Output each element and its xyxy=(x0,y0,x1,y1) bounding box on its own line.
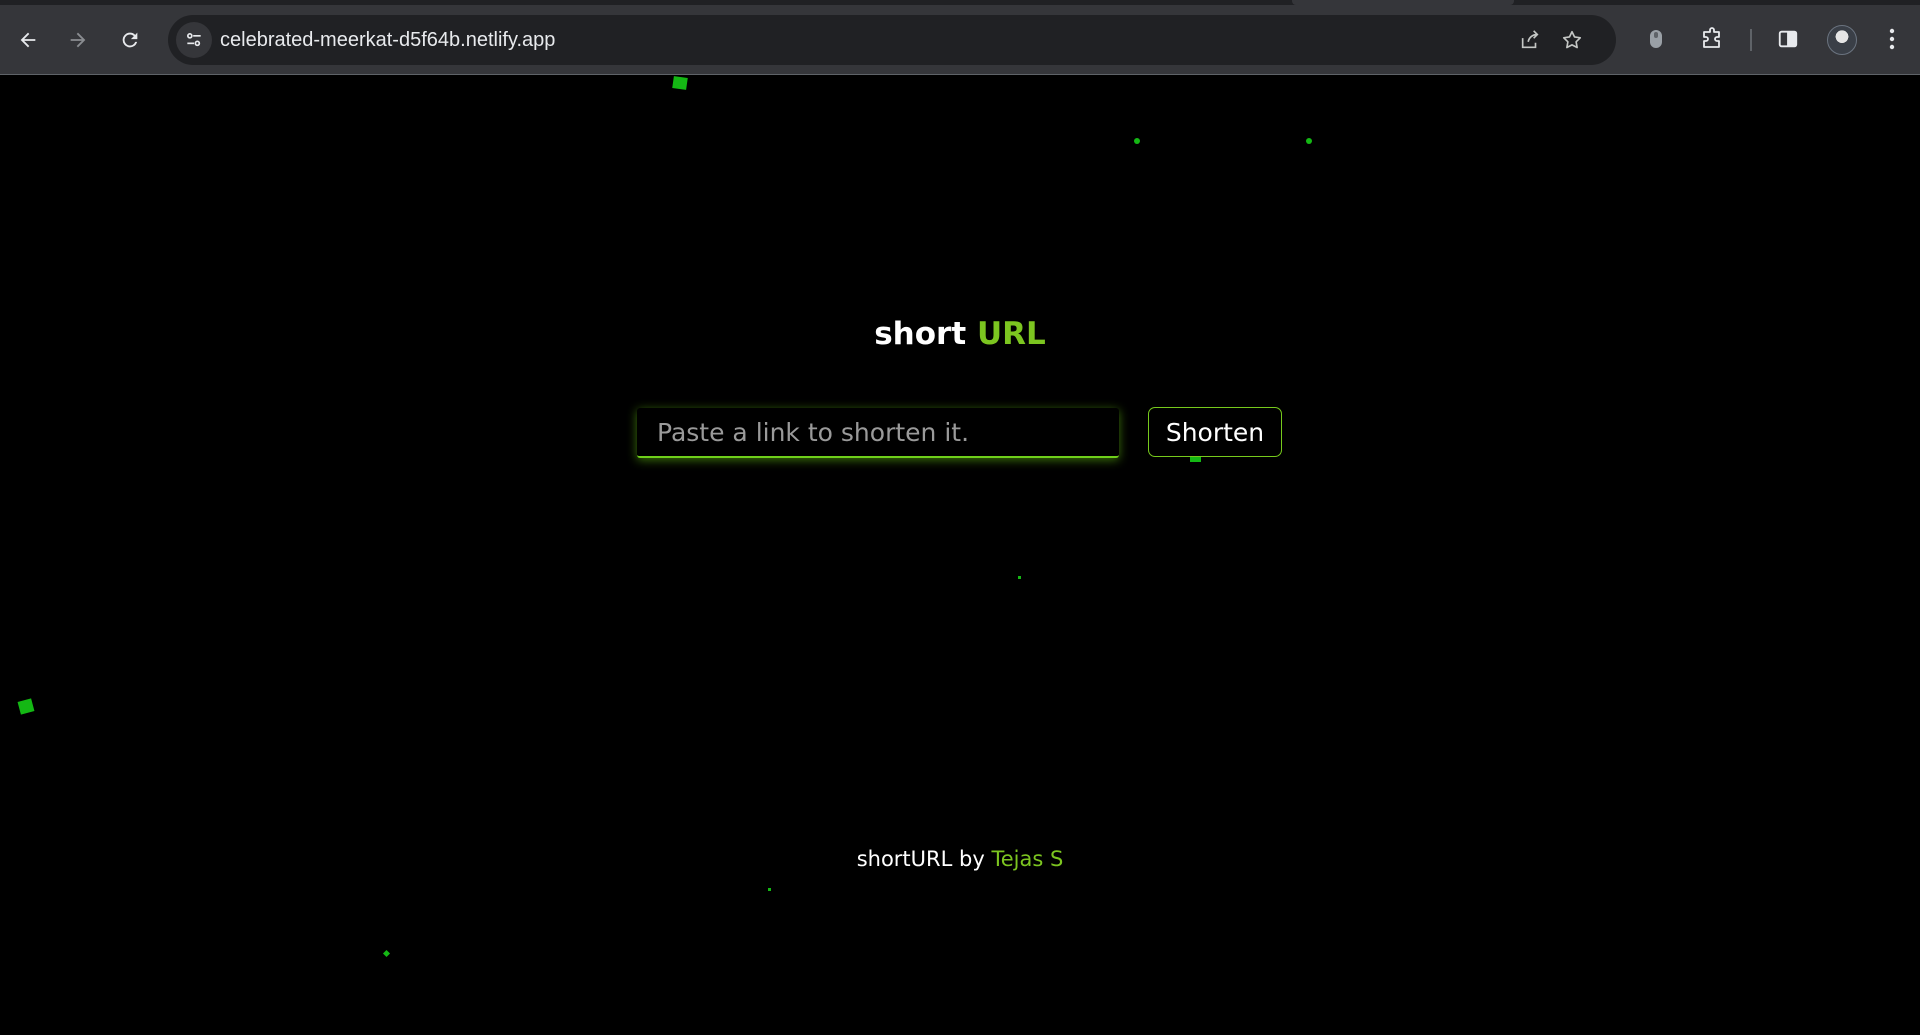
reload-button[interactable] xyxy=(112,22,148,58)
particle xyxy=(1018,576,1021,579)
reload-icon xyxy=(122,32,138,48)
extension-icon[interactable] xyxy=(1642,25,1670,53)
particle xyxy=(1134,138,1140,144)
site-info-button[interactable] xyxy=(176,22,212,58)
footer-credit: shortURL by Tejas S xyxy=(0,847,1920,871)
page-title: short URL xyxy=(0,316,1920,352)
forward-button[interactable] xyxy=(60,22,96,58)
tune-icon xyxy=(186,32,201,47)
side-panel-icon[interactable] xyxy=(1774,25,1802,53)
browser-toolbar: celebrated-meerkat-d5f64b.netlify.app xyxy=(0,0,1920,75)
title-accent: URL xyxy=(976,316,1046,352)
url-text[interactable]: celebrated-meerkat-d5f64b.netlify.app xyxy=(220,29,555,51)
address-bar[interactable]: celebrated-meerkat-d5f64b.netlify.app xyxy=(168,15,1616,65)
shorten-button[interactable]: Shorten xyxy=(1148,407,1282,457)
forward-arrow-icon xyxy=(70,32,86,48)
particle xyxy=(17,698,35,715)
particle xyxy=(1306,138,1312,144)
link-input[interactable] xyxy=(637,408,1119,458)
star-icon[interactable] xyxy=(1560,28,1584,52)
particle xyxy=(768,888,771,891)
share-icon[interactable] xyxy=(1518,28,1542,52)
back-button[interactable] xyxy=(10,22,46,58)
footer-prefix: shortURL by xyxy=(856,847,985,871)
toolbar-divider xyxy=(1750,29,1752,51)
menu-kebab-icon[interactable] xyxy=(1878,25,1906,53)
active-tab-edge[interactable] xyxy=(1292,0,1514,5)
back-arrow-icon xyxy=(20,32,36,48)
tab-strip xyxy=(0,0,1920,5)
extensions-puzzle-icon[interactable] xyxy=(1698,25,1726,53)
profile-avatar[interactable] xyxy=(1827,25,1857,55)
particle xyxy=(382,949,391,958)
author-link[interactable]: Tejas S xyxy=(991,847,1063,871)
title-main: short xyxy=(874,316,967,352)
particle xyxy=(672,76,688,90)
page-content: short URL Shorten shortURL by Tejas S xyxy=(0,76,1920,1035)
